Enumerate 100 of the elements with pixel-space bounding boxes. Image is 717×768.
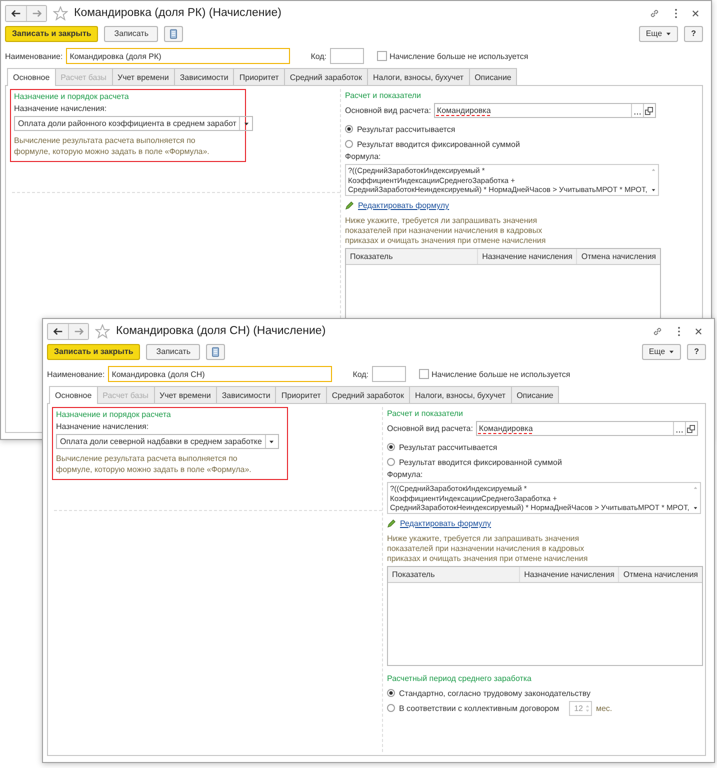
save-and-close-button[interactable]: Записать и закрыть [5,26,98,42]
document-button[interactable] [164,26,184,42]
help-button[interactable]: ? [687,344,706,360]
radio-button[interactable] [345,140,353,148]
option-label[interactable]: В соответствии с коллективным договором [399,704,560,712]
group-title: Назначение и порядок расчета [14,92,130,101]
checkbox[interactable] [376,51,387,61]
tab[interactable]: Средний заработок [326,386,410,403]
star-icon[interactable] [53,6,68,20]
radio-button[interactable] [387,443,395,451]
tab[interactable]: Зависимости [216,386,276,403]
field-label: Основной вид расчета: [387,424,473,433]
tab[interactable]: Приоритет [233,68,285,85]
open-icon[interactable] [687,424,696,432]
code-field[interactable] [330,48,364,64]
help-button[interactable]: ? [684,26,703,42]
tab[interactable]: Описание [510,386,560,403]
field-label: Наименование: [47,370,105,378]
document-icon [170,28,178,38]
option-label[interactable]: Стандартно, согласно трудовому законодательству [399,688,590,698]
code-field[interactable] [372,366,406,382]
field-label: Назначение начисления: [56,422,150,431]
save-button[interactable]: Записать [146,344,200,360]
radio-button[interactable] [387,704,395,712]
calculation-type-field[interactable]: Командировка [476,421,698,436]
column-header[interactable]: Показатель [346,249,478,264]
name-field[interactable]: Командировка (доля СН) [108,366,332,382]
tab[interactable]: Основное [49,386,98,404]
pencil-icon [345,201,354,210]
field-label: Назначение начисления: [14,104,108,113]
tab[interactable]: Основное [7,68,56,86]
tab[interactable]: Налоги, взносы, бухучет [408,386,512,403]
more-options-icon[interactable] [674,8,678,18]
note-text: Вычисление результата расчета выполняется по формуле, которую можно задать в поле «Формула». [56,453,252,475]
tab[interactable]: Учет времени [154,386,217,403]
back-button[interactable] [6,6,26,20]
arrow-left-icon [53,326,63,336]
field-label: Код: [310,52,327,60]
field-label: Код: [352,370,369,378]
close-icon[interactable] [695,328,702,334]
group-title: Расчетный период среднего заработка [387,674,532,683]
radio-button[interactable] [387,689,395,697]
open-icon[interactable] [645,106,654,114]
radio-button[interactable] [345,125,353,133]
arrow-left-icon [11,8,21,18]
option-label[interactable]: Результат рассчитывается [399,442,498,452]
field-label: Формула: [387,470,424,479]
option-label[interactable]: Результат рассчитывается [357,124,456,134]
group-title: Расчет и показатели [387,409,464,418]
tab[interactable]: Средний заработок [284,68,368,85]
field-label: Наименование: [5,52,63,60]
window-title: Командировка (доля РК) (Начисление) [74,7,282,19]
column-header[interactable]: Отмена начисления [577,249,660,264]
star-icon[interactable] [95,324,110,338]
column-header[interactable]: Отмена начисления [619,567,702,582]
tab[interactable]: Описание [468,68,518,85]
column-header[interactable]: Показатель [388,567,520,582]
edit-formula-link[interactable]: Редактировать формулу [400,519,492,528]
checkbox-label[interactable]: Начисление больше не используется [390,52,528,60]
option-label[interactable]: Результат вводится фиксированной суммой [357,140,520,148]
radio-button[interactable] [387,458,395,466]
hint-text: Ниже укажите, требуется ли запрашивать значения показателей при назначении начисления в кадровых приказах и очищать значения при отмене начисления [345,216,547,246]
checkbox-label[interactable]: Начисление больше не используется [432,370,570,378]
link-icon[interactable] [649,8,660,18]
column-header[interactable]: Назначение начисления [478,249,578,264]
option-label[interactable]: Результат вводится фиксированной суммой [399,458,562,466]
save-button[interactable]: Записать [104,26,158,42]
purpose-dropdown[interactable]: Оплата доли северной надбавки в среднем заработке [56,434,279,449]
note-text: Вычисление результата расчета выполняется по формуле, которую можно задать в поле «Формула». [14,135,210,157]
field-label: Формула: [345,152,382,161]
pencil-icon [387,519,396,528]
link-icon[interactable] [652,326,663,336]
document-button[interactable] [206,344,226,360]
hint-text: Ниже укажите, требуется ли запрашивать значения показателей при назначении начисления в кадровых приказах и очищать значения при отмене начисления [387,534,589,564]
tab[interactable]: Налоги, взносы, бухучет [366,68,470,85]
tab[interactable]: Зависимости [174,68,234,85]
back-button[interactable] [48,324,68,338]
column-header[interactable]: Назначение начисления [520,567,620,582]
checkbox[interactable] [418,369,429,379]
arrow-right-icon [32,8,42,18]
caret-icon [666,32,672,36]
field-label: Основной вид расчета: [345,106,431,115]
tab[interactable]: Учет времени [112,68,175,85]
caret-icon [669,350,674,354]
more-button[interactable]: Еще [638,26,678,42]
caret-icon [244,122,249,126]
calculation-type-field[interactable]: Командировка [434,103,656,118]
more-button[interactable]: Еще [642,344,682,360]
close-icon[interactable] [692,10,699,16]
edit-formula-link[interactable]: Редактировать формулу [358,201,450,210]
name-field[interactable]: Командировка (доля РК) [66,48,290,64]
save-and-close-button[interactable]: Записать и закрыть [47,344,140,360]
document-icon [212,346,220,356]
purpose-dropdown[interactable]: Оплата доли районного коэффициента в среднем заработ [14,116,254,131]
tab[interactable]: Приоритет [275,386,327,403]
group-title: Назначение и порядок расчета [56,410,172,419]
unit-label: мес. [596,704,612,712]
arrow-right-icon [74,326,84,336]
more-options-icon[interactable] [677,326,681,336]
window-title: Командировка (доля СН) (Начисление) [116,325,326,337]
